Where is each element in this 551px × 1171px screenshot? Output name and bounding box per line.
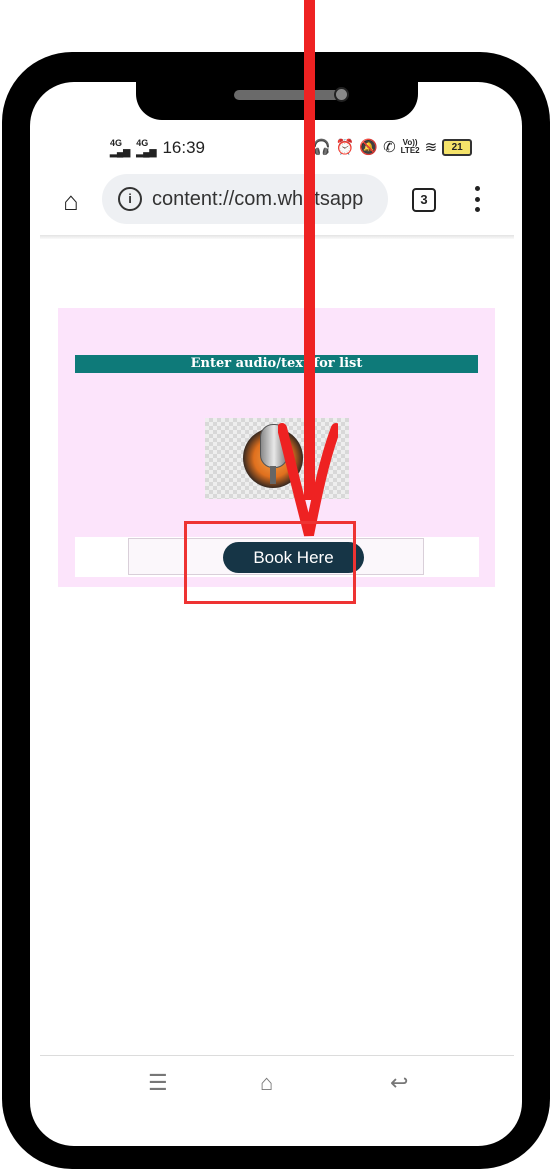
url-text: content://com.whatsapp — [152, 187, 364, 210]
phone-screen: 4G ▂▄▆ 4G ▂▄▆ 16:39 🎧 ⏰ 🔕 ✆ Vo)) LTE2 ≋ 21 … — [30, 82, 522, 1146]
notch — [136, 80, 418, 120]
status-bar-left: 4G ▂▄▆ 4G ▂▄▆ 16:39 — [110, 138, 205, 158]
info-icon[interactable]: i — [118, 187, 142, 211]
menu-icon[interactable] — [470, 186, 484, 212]
volte-icon: Vo)) LTE2 — [400, 138, 420, 155]
alarm-icon: ⏰ — [335, 139, 355, 156]
mic-stand — [270, 466, 276, 484]
toolbar-shadow — [40, 235, 514, 239]
status-bar-right: 🎧 ⏰ 🔕 ✆ Vo)) LTE2 ≋ 21 — [312, 138, 473, 156]
speaker-grille — [234, 90, 340, 100]
recents-icon[interactable]: ☰ — [148, 1070, 168, 1096]
back-icon[interactable]: ↩ — [390, 1070, 408, 1096]
status-time: 16:39 — [162, 138, 206, 157]
url-bar[interactable]: i content://com.whatsapp — [102, 174, 388, 224]
wifi-icon: ≋ — [424, 139, 438, 156]
tabs-icon[interactable]: 3 — [412, 188, 436, 212]
call-icon: ✆ — [383, 139, 396, 156]
signal-icon: 4G ▂▄▆ — [110, 138, 131, 157]
mute-icon: 🔕 — [359, 139, 379, 156]
home-icon[interactable]: ⌂ — [56, 186, 86, 216]
nav-home-icon[interactable]: ⌂ — [260, 1070, 273, 1096]
annotation-highlight-box — [184, 521, 356, 604]
page-header: Enter audio/text for list — [75, 355, 478, 373]
nav-divider — [40, 1055, 514, 1056]
battery-icon: 21 — [442, 138, 473, 156]
front-camera — [334, 87, 349, 102]
signal-icon-2: 4G ▂▄▆ — [136, 138, 157, 157]
